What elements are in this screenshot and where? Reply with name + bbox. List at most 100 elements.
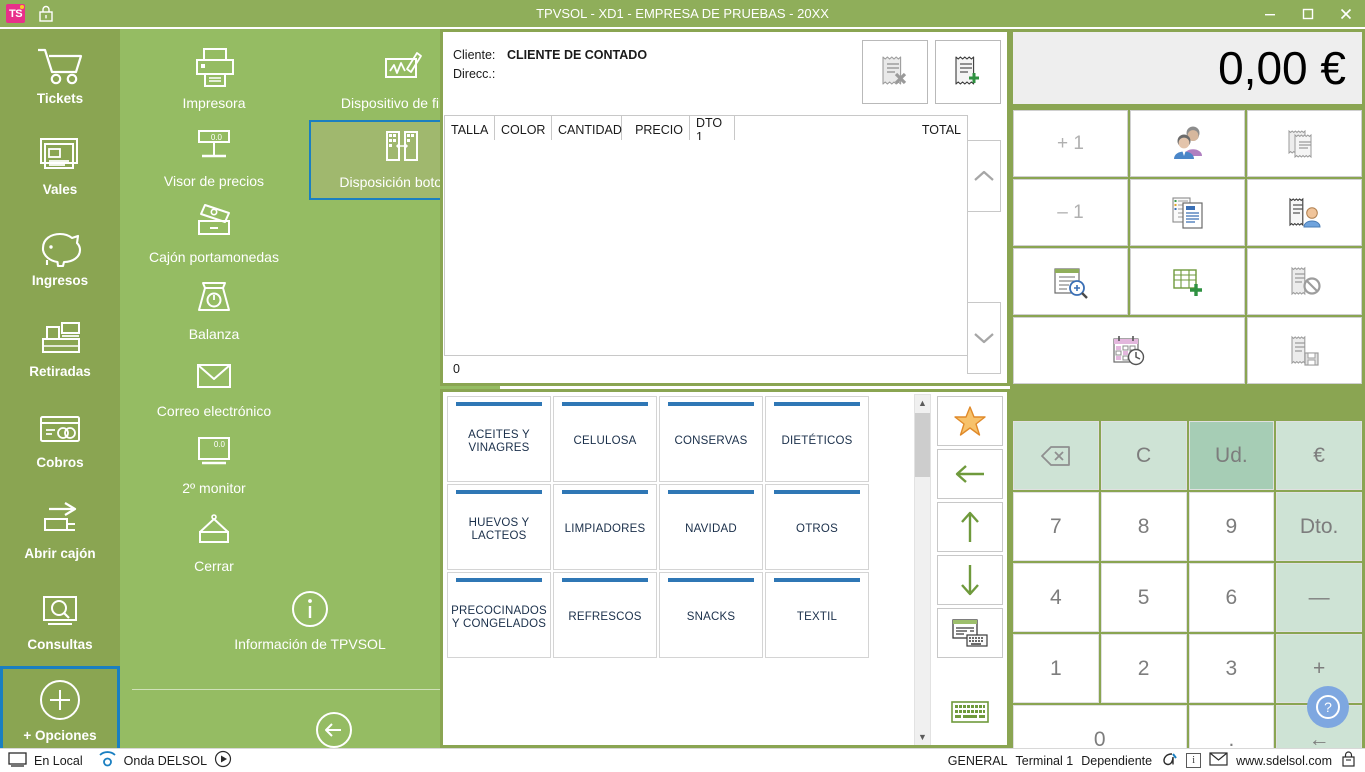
vouchers-icon [35, 135, 85, 177]
second-monitor-icon: 0.0 [189, 428, 239, 478]
euro-key[interactable]: € [1276, 421, 1362, 490]
sidebar-item-retiradas[interactable]: Retiradas [0, 302, 120, 393]
flyout-divider [132, 689, 488, 690]
key-7[interactable]: 7 [1013, 492, 1099, 561]
product-family-button[interactable]: HUEVOS Y LACTEOS [447, 484, 551, 570]
key-4[interactable]: 4 [1013, 563, 1099, 632]
documents-button[interactable] [1130, 179, 1245, 246]
back-button[interactable] [937, 449, 1003, 499]
maximize-button[interactable] [1289, 0, 1327, 27]
sidebar-item-opciones[interactable]: + Opciones [0, 666, 120, 758]
status-general-label: GENERAL [947, 753, 1008, 768]
key-1[interactable]: 1 [1013, 634, 1099, 703]
products-scrollbar[interactable]: ▲ ▼ [914, 394, 931, 745]
info-circle-icon [287, 584, 333, 634]
flyout-item-cajon-portamonedas[interactable]: Cajón portamonedas [124, 197, 304, 275]
flyout-item-balanza[interactable]: Balanza [124, 274, 304, 352]
minus-key[interactable]: — [1276, 563, 1362, 632]
product-family-button[interactable]: LIMPIADORES [553, 484, 657, 570]
chevron-up-icon[interactable]: ▲ [915, 395, 930, 411]
product-family-button[interactable]: PRECOCINADOS Y CONGELADOS [447, 572, 551, 658]
chevron-down-icon[interactable]: ▼ [915, 729, 930, 745]
product-family-button[interactable]: OTROS [765, 484, 869, 570]
sidebar-item-label: Consultas [27, 636, 93, 652]
add-one-button[interactable]: + 1 [1013, 110, 1128, 177]
onscreen-form-button[interactable] [937, 608, 1003, 658]
address-row: Direcc.: [453, 67, 495, 81]
key-9[interactable]: 9 [1188, 492, 1275, 561]
products-toolbar [937, 396, 1003, 661]
tickets-stack-button[interactable] [1247, 110, 1362, 177]
mail-icon[interactable] [1209, 752, 1228, 769]
cancel-ticket-button[interactable] [1247, 248, 1362, 315]
cart-icon [34, 44, 86, 86]
key-2[interactable]: 2 [1100, 634, 1187, 703]
search-document-button[interactable] [1013, 248, 1128, 315]
clear-key[interactable]: C [1100, 421, 1187, 490]
key-5[interactable]: 5 [1100, 563, 1187, 632]
product-family-button[interactable]: NAVIDAD [659, 484, 763, 570]
onscreen-keyboard-button[interactable] [937, 692, 1003, 732]
app-logo-dot [20, 5, 24, 9]
lock-icon[interactable] [37, 4, 55, 23]
client-value[interactable]: CLIENTE DE CONTADO [507, 48, 647, 62]
documents-icon [1171, 196, 1203, 229]
sidebar-item-ingresos[interactable]: Ingresos [0, 211, 120, 302]
cash-drawer-icon [189, 197, 239, 247]
product-family-button[interactable]: CELULOSA [553, 396, 657, 482]
delete-ticket-button[interactable] [862, 40, 928, 104]
save-ticket-button[interactable] [1247, 317, 1362, 384]
alpha-icon[interactable] [1160, 751, 1178, 770]
discount-key[interactable]: Dto. [1276, 492, 1362, 561]
flyout-item-impresora[interactable]: Impresora [124, 43, 304, 121]
flyout-item-segundo-monitor[interactable]: 0.0 2º monitor [124, 428, 304, 506]
sidebar-item-consultas[interactable]: Consultas [0, 575, 120, 666]
product-family-button[interactable]: DIETÉTICOS [765, 396, 869, 482]
scroll-down-button[interactable] [937, 555, 1003, 605]
key-3[interactable]: 3 [1188, 634, 1275, 703]
website-link[interactable]: www.sdelsol.com [1236, 754, 1332, 768]
scroll-up-button[interactable] [937, 502, 1003, 552]
key-3-label: 3 [1225, 656, 1238, 680]
product-family-button[interactable]: CONSERVAS [659, 396, 763, 482]
flyout-item-label: Correo electrónico [156, 403, 272, 419]
new-ticket-button[interactable] [935, 40, 1001, 104]
flyout-item-visor-precios[interactable]: 0.0 Visor de precios [124, 121, 304, 199]
flyout-item-cerrar[interactable]: Cerrar [124, 506, 304, 584]
sidebar-item-vales[interactable]: Vales [0, 120, 120, 211]
price-display-icon: 0.0 [189, 121, 239, 171]
help-button[interactable]: ? [1307, 686, 1349, 728]
ticket-lines-area[interactable] [444, 140, 968, 356]
scrollbar-thumb[interactable] [915, 413, 930, 477]
backspace-key[interactable] [1013, 421, 1099, 490]
minimize-button[interactable] [1251, 0, 1289, 27]
ticket-scroll-down-button[interactable] [967, 302, 1001, 374]
flyout-item-correo[interactable]: Correo electrónico [124, 351, 304, 429]
customers-button[interactable] [1130, 110, 1245, 177]
subtract-one-button[interactable]: – 1 [1013, 179, 1128, 246]
new-table-button[interactable] [1130, 248, 1245, 315]
product-family-button[interactable]: TEXTIL [765, 572, 869, 658]
info-icon[interactable]: i [1186, 753, 1202, 768]
calendar-clock-button[interactable] [1013, 317, 1245, 384]
back-arrow-icon [955, 465, 984, 483]
flyout-item-label: Cajón portamonedas [149, 249, 279, 265]
sidebar-item-cobros[interactable]: Cobros [0, 393, 120, 484]
lock-icon[interactable] [1340, 751, 1357, 770]
product-family-button[interactable]: ACEITES Y VINAGRES [447, 396, 551, 482]
units-key-label: Ud. [1215, 443, 1248, 467]
close-button[interactable] [1327, 0, 1365, 27]
ticket-customer-button[interactable] [1247, 179, 1362, 246]
key-8[interactable]: 8 [1100, 492, 1187, 561]
play-icon[interactable] [214, 750, 232, 771]
sidebar-item-abrir-cajon[interactable]: Abrir cajón [0, 484, 120, 575]
sidebar-item-tickets[interactable]: Tickets [0, 29, 120, 120]
search-monitor-icon [35, 590, 85, 632]
product-family-button[interactable]: REFRESCOS [553, 572, 657, 658]
units-key[interactable]: Ud. [1188, 421, 1275, 490]
key-6[interactable]: 6 [1188, 563, 1275, 632]
product-family-button[interactable]: SNACKS [659, 572, 763, 658]
favourites-button[interactable] [937, 396, 1003, 446]
ticket-scroll-up-button[interactable] [967, 140, 1001, 212]
euro-key-label: € [1313, 443, 1325, 467]
